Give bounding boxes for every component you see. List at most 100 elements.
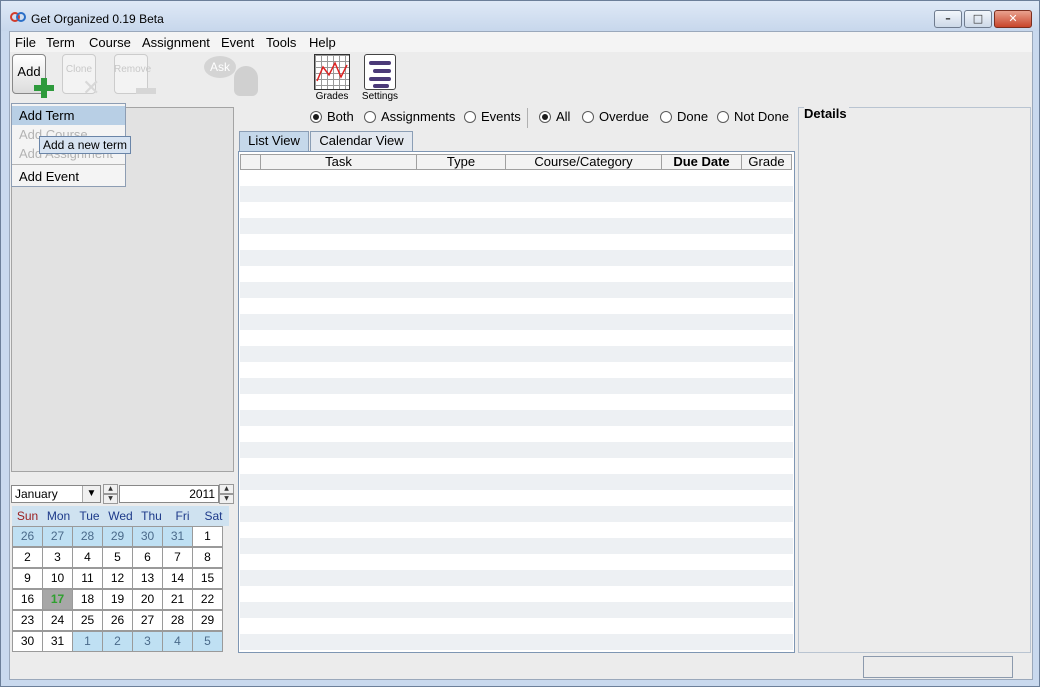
calendar-day[interactable]: 31	[42, 631, 73, 652]
calendar-day[interactable]: 30	[132, 526, 163, 547]
radio-all[interactable]: All	[539, 109, 570, 124]
tab-list-view[interactable]: List View	[239, 131, 309, 151]
calendar-day[interactable]: 13	[132, 568, 163, 589]
calendar-day[interactable]: 3	[42, 547, 73, 568]
calendar-day[interactable]: 30	[12, 631, 43, 652]
month-spinner[interactable]: ▲ ▼	[103, 484, 118, 504]
radio-both[interactable]: Both	[310, 109, 354, 124]
calendar-day[interactable]: 7	[162, 547, 193, 568]
menu-course[interactable]: Course	[89, 35, 131, 50]
menu-file[interactable]: File	[15, 35, 36, 50]
column-header-course[interactable]: Course/Category	[505, 154, 662, 170]
month-select[interactable]: January ▼	[11, 485, 101, 503]
tab-calendar-view[interactable]: Calendar View	[310, 131, 413, 151]
year-spinner[interactable]: ▲ ▼	[219, 484, 234, 504]
calendar-day[interactable]: 20	[132, 589, 163, 610]
calendar-week: 26 27 28 29 30 31 1	[12, 526, 229, 547]
calendar-day[interactable]: 9	[12, 568, 43, 589]
calendar-day[interactable]: 22	[192, 589, 223, 610]
close-button[interactable]: ✕	[994, 10, 1032, 28]
clone-x-icon: ✕	[82, 76, 101, 101]
spin-up-icon[interactable]: ▲	[103, 484, 118, 494]
calendar-day[interactable]: 2	[102, 631, 133, 652]
details-panel	[798, 107, 1031, 653]
radio-assignments[interactable]: Assignments	[364, 109, 455, 124]
calendar-day[interactable]: 1	[72, 631, 103, 652]
calendar-day[interactable]: 5	[192, 631, 223, 652]
maximize-button[interactable]: □	[964, 10, 992, 28]
minimize-button[interactable]: –	[934, 10, 962, 28]
radio-events-label: Events	[481, 109, 521, 124]
year-field[interactable]: 2011	[119, 485, 219, 503]
radio-overdue[interactable]: Overdue	[582, 109, 649, 124]
column-header-task[interactable]: Task	[260, 154, 417, 170]
calendar-day[interactable]: 27	[132, 610, 163, 631]
calendar-day[interactable]: 2	[12, 547, 43, 568]
calendar-day[interactable]: 26	[12, 526, 43, 547]
calendar-day[interactable]: 18	[72, 589, 103, 610]
menu-item-add-term[interactable]: Add Term	[12, 106, 125, 125]
menu-tools[interactable]: Tools	[266, 35, 296, 50]
chevron-down-icon[interactable]: ▼	[82, 486, 100, 502]
calendar-day[interactable]: 5	[102, 547, 133, 568]
calendar-week: 23 24 25 26 27 28 29	[12, 610, 229, 631]
calendar-day-today[interactable]: 17	[42, 589, 73, 610]
calendar-day[interactable]: 26	[102, 610, 133, 631]
calendar-day[interactable]: 8	[192, 547, 223, 568]
calendar-day[interactable]: 24	[42, 610, 73, 631]
calendar-day[interactable]: 11	[72, 568, 103, 589]
column-header-due-date[interactable]: Due Date	[661, 154, 742, 170]
client-area: File Term Course Assignment Event Tools …	[9, 31, 1033, 680]
calendar-day[interactable]: 27	[42, 526, 73, 547]
calendar-day[interactable]: 15	[192, 568, 223, 589]
calendar-day[interactable]: 28	[162, 610, 193, 631]
radio-both-label: Both	[327, 109, 354, 124]
radio-selected-icon	[539, 110, 551, 123]
title-bar[interactable]: Get Organized 0.19 Beta – □ ✕	[1, 1, 1039, 31]
calendar-day[interactable]: 6	[132, 547, 163, 568]
calendar-day[interactable]: 16	[12, 589, 43, 610]
calendar-day[interactable]: 12	[102, 568, 133, 589]
filter-bar: Both Assignments Events All Overdue Done…	[10, 109, 800, 127]
calendar-day[interactable]: 10	[42, 568, 73, 589]
remove-button[interactable]: Remove	[114, 54, 156, 100]
calendar-week: 30 31 1 2 3 4 5	[12, 631, 229, 652]
menu-assignment[interactable]: Assignment	[142, 35, 210, 50]
calendar-day[interactable]: 4	[72, 547, 103, 568]
radio-not-done[interactable]: Not Done	[717, 109, 789, 124]
spin-down-icon[interactable]: ▼	[103, 494, 118, 504]
calendar-day[interactable]: 19	[102, 589, 133, 610]
task-table[interactable]: Task Type Course/Category Due Date Grade	[238, 151, 795, 653]
menu-term[interactable]: Term	[46, 35, 75, 50]
calendar-day[interactable]: 29	[192, 610, 223, 631]
ask-bubble-icon: Ask	[204, 56, 236, 78]
table-body[interactable]	[240, 170, 793, 652]
radio-done[interactable]: Done	[660, 109, 708, 124]
spin-down-icon[interactable]: ▼	[219, 494, 234, 504]
calendar-day[interactable]: 28	[72, 526, 103, 547]
clone-button-label: Clone	[65, 64, 93, 75]
calendar-day[interactable]: 31	[162, 526, 193, 547]
calendar-day[interactable]: 4	[162, 631, 193, 652]
grades-chart-icon	[314, 54, 350, 90]
column-header-check[interactable]	[240, 154, 261, 170]
calendar-day[interactable]: 21	[162, 589, 193, 610]
menu-help[interactable]: Help	[309, 35, 336, 50]
calendar-day[interactable]: 14	[162, 568, 193, 589]
menu-event[interactable]: Event	[221, 35, 254, 50]
radio-events[interactable]: Events	[464, 109, 521, 124]
calendar-day[interactable]: 25	[72, 610, 103, 631]
spin-up-icon[interactable]: ▲	[219, 484, 234, 494]
calendar-day[interactable]: 3	[132, 631, 163, 652]
add-button[interactable]: Add	[12, 54, 54, 100]
menu-bar: File Term Course Assignment Event Tools …	[10, 32, 1032, 52]
calendar-day[interactable]: 29	[102, 526, 133, 547]
calendar-day[interactable]: 1	[192, 526, 223, 547]
radio-icon	[717, 110, 729, 123]
column-header-grade[interactable]: Grade	[741, 154, 792, 170]
column-header-type[interactable]: Type	[416, 154, 506, 170]
calendar-day[interactable]: 23	[12, 610, 43, 631]
menu-item-add-event[interactable]: Add Event	[12, 167, 125, 186]
clone-button[interactable]: Clone ✕	[62, 54, 101, 101]
ask-button[interactable]: Ask	[204, 56, 266, 102]
